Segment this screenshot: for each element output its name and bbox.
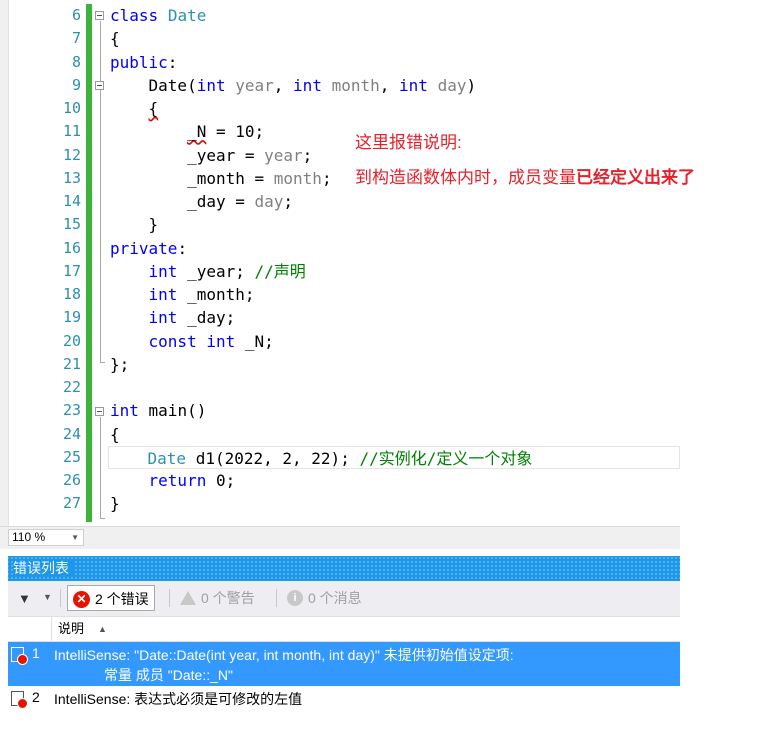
error-icon xyxy=(11,691,28,709)
error-icon xyxy=(11,647,28,665)
zoom-value: 110 % xyxy=(12,530,46,544)
chevron-down-icon[interactable]: ▼ xyxy=(43,592,52,602)
error-icon: ✕ xyxy=(73,590,90,608)
line-number: 17 xyxy=(62,261,81,280)
column-header-description[interactable]: 说明 xyxy=(58,617,84,641)
errors-filter-button[interactable]: ✕ 2 个错误 xyxy=(67,585,155,611)
code-area[interactable]: class Date { public: Date(int year, int … xyxy=(108,4,680,516)
line-number-gutter: 6 7 8 9 10 11 12 13 14 15 16 17 18 19 20… xyxy=(9,4,85,516)
code-line: int _year; //声明 xyxy=(148,261,306,281)
code-line: } xyxy=(110,494,120,514)
editor-margin-strip xyxy=(0,0,9,526)
warnings-filter-button[interactable]: 0 个警告 xyxy=(175,585,260,611)
line-number: 9 xyxy=(71,75,81,94)
code-line: } xyxy=(110,215,159,235)
line-number: 8 xyxy=(71,52,81,71)
code-line: int _month; xyxy=(148,285,255,304)
warnings-count-label: 0 个警告 xyxy=(201,590,255,606)
info-icon: i xyxy=(287,590,303,607)
sort-ascending-icon: ▲ xyxy=(98,624,107,634)
code-line: public: xyxy=(110,52,178,72)
code-line: int _day; xyxy=(148,308,236,328)
line-number: 20 xyxy=(62,331,81,350)
error-description: IntelliSense: "Date::Date(int year, int … xyxy=(54,647,514,663)
collapse-class-icon[interactable] xyxy=(95,11,104,20)
error-number: 1 xyxy=(32,645,40,661)
line-number: 6 xyxy=(71,6,81,24)
line-number: 22 xyxy=(62,378,81,396)
messages-count-label: 0 个消息 xyxy=(308,590,362,606)
line-number: 13 xyxy=(62,168,81,187)
line-number: 11 xyxy=(62,122,81,141)
code-line: const int _N; xyxy=(148,331,274,351)
code-line: return 0; xyxy=(148,471,236,490)
outlining-margin xyxy=(92,4,108,522)
error-list-panel: 错误列表 ▼ ▼ ✕ 2 个错误 0 个警告 i 0 个消息 说明 ▲ 1 Inte… xyxy=(8,556,680,714)
line-number: 26 xyxy=(62,471,81,489)
outline-guide-end xyxy=(100,518,105,519)
toolbar-separator xyxy=(169,589,170,607)
outline-guide-end xyxy=(100,362,105,363)
error-list-toolbar: ▼ ▼ ✕ 2 个错误 0 个警告 i 0 个消息 xyxy=(8,581,680,616)
line-number: 19 xyxy=(62,308,81,327)
annotation-note: 到构造函数体内时，成员变量已经定义出来了 xyxy=(355,163,695,188)
warning-icon xyxy=(180,591,196,606)
annotation-note: 这里报错说明: xyxy=(355,133,462,152)
error-number: 2 xyxy=(32,689,40,705)
messages-filter-button[interactable]: i 0 个消息 xyxy=(282,585,367,611)
collapse-main-icon[interactable] xyxy=(95,407,104,416)
line-number: 16 xyxy=(62,238,81,257)
error-description: IntelliSense: 表达式必须是可修改的左值 xyxy=(54,691,303,707)
code-editor[interactable]: 6 7 8 9 10 11 12 13 14 15 16 17 18 19 20… xyxy=(0,0,680,526)
line-number: 10 xyxy=(62,99,81,117)
chevron-down-icon: ▼ xyxy=(71,533,79,542)
error-list-header: 说明 ▲ xyxy=(8,616,680,642)
editor-status-bar: 110 % ▼ xyxy=(0,526,680,549)
error-row[interactable]: 2 IntelliSense: 表达式必须是可修改的左值 xyxy=(8,686,680,712)
outline-guide xyxy=(100,21,101,362)
collapse-constructor-icon[interactable] xyxy=(95,81,104,90)
line-number: 14 xyxy=(62,192,81,210)
line-number: 23 xyxy=(62,401,81,420)
panel-title: 错误列表 xyxy=(13,560,75,576)
code-line: { xyxy=(110,97,680,120)
code-line: { xyxy=(110,29,120,49)
annotation-note-emphasis: 已经定义出来了 xyxy=(576,168,695,187)
current-code-line: Date d1(2022, 2, 22); //实例化/定义一个对象 xyxy=(108,445,680,469)
code-line: Date(int year, int month, int day) xyxy=(110,75,477,95)
error-squiggle[interactable]: { xyxy=(149,99,159,118)
code-line: }; xyxy=(110,354,130,374)
line-number: 7 xyxy=(71,29,81,48)
code-line: int main() xyxy=(110,401,207,421)
error-squiggle[interactable]: _N xyxy=(187,122,206,141)
errors-count-label: 2 个错误 xyxy=(95,591,149,607)
error-list-title-bar[interactable]: 错误列表 xyxy=(8,556,680,581)
line-number: 24 xyxy=(62,424,81,443)
outline-guide xyxy=(100,417,101,518)
annotation-note-text: 到构造函数体内时，成员变量 xyxy=(355,168,576,187)
line-number: 25 xyxy=(62,447,81,466)
zoom-dropdown[interactable]: 110 % ▼ xyxy=(8,529,84,546)
line-number: 15 xyxy=(62,215,81,234)
error-description-continued: 常量 成员 "Date::_N" xyxy=(104,667,233,683)
line-number: 12 xyxy=(62,145,81,164)
code-line: class Date xyxy=(110,6,207,25)
code-line: private: xyxy=(110,238,188,258)
line-number: 18 xyxy=(62,285,81,303)
error-row[interactable]: 1 IntelliSense: "Date::Date(int year, in… xyxy=(8,642,680,686)
toolbar-separator xyxy=(276,589,277,607)
code-line: _day = day; xyxy=(110,192,294,211)
header-icon-column[interactable] xyxy=(8,617,52,641)
toolbar-separator xyxy=(60,589,61,607)
line-number: 21 xyxy=(62,354,81,373)
filter-icon[interactable]: ▼ xyxy=(18,591,31,606)
code-line: { xyxy=(110,424,120,444)
line-number: 27 xyxy=(62,494,81,513)
